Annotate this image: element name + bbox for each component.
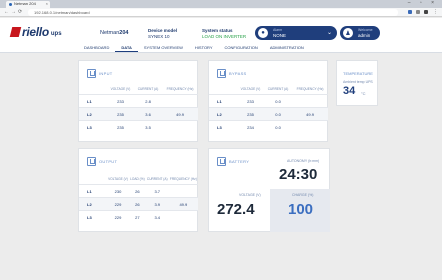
user-dropdown[interactable]: ♟ Welcome admin bbox=[340, 26, 380, 40]
temperature-card: TEMPERATURE Ambient temp UPS 34 °C bbox=[336, 60, 378, 106]
back-icon[interactable]: ← bbox=[4, 9, 9, 15]
input-title: INPUT bbox=[99, 70, 113, 76]
charge-label: CHARGE (%) bbox=[292, 193, 314, 197]
bypass-icon bbox=[217, 68, 226, 78]
table-row: L3 235 3.5 bbox=[79, 120, 198, 134]
bypass-card: BYPASS VOLTAGE (V) CURRENT (A) FREQUENCY… bbox=[208, 60, 328, 142]
app-header: riello ups Netman204 Device model SYNEX … bbox=[0, 18, 442, 53]
table-row: L2 235 0.0 49.9 bbox=[209, 107, 328, 121]
temperature-value: 34 bbox=[343, 85, 356, 97]
forward-icon[interactable]: → bbox=[11, 9, 16, 15]
menu-icon[interactable]: ⋮ bbox=[433, 9, 438, 15]
bypass-table: VOLTAGE (V) CURRENT (A) FREQUENCY (Hz) L… bbox=[209, 85, 328, 134]
table-row: L1 230 26 3.7 bbox=[79, 184, 198, 198]
input-icon bbox=[87, 68, 96, 78]
tab-system-overview[interactable]: SYSTEM OVERVIEW bbox=[138, 44, 189, 52]
tab-administration[interactable]: ADMINISTRATION bbox=[264, 44, 310, 52]
input-table: VOLTAGE (V) CURRENT (A) FREQUENCY (Hz) L… bbox=[79, 85, 198, 134]
tab-data[interactable]: DATA bbox=[115, 44, 138, 52]
eye-icon: ● bbox=[258, 28, 268, 38]
temperature-unit: °C bbox=[361, 91, 366, 96]
battery-icon bbox=[217, 156, 226, 166]
logo-mark-icon bbox=[9, 27, 22, 37]
extension-icon[interactable] bbox=[408, 10, 412, 14]
runtime-label: AUTONOMY (h:mm) bbox=[287, 159, 320, 163]
reload-icon[interactable]: ⟳ bbox=[18, 9, 22, 15]
charge-value: 100 bbox=[288, 201, 314, 218]
alarm-dropdown[interactable]: ● Alarm NONE ⌄ bbox=[255, 26, 337, 40]
browser-tab[interactable]: Netman 204 × bbox=[6, 1, 50, 8]
tab-dashboard[interactable]: DASHBOARD bbox=[78, 44, 115, 52]
user-icon: ♟ bbox=[343, 28, 353, 38]
table-row: L2 235 3.6 49.9 bbox=[79, 107, 198, 121]
battery-card: BATTERY AUTONOMY (h:mm) 24:30 VOLTAGE (V… bbox=[208, 148, 330, 232]
input-card: INPUT VOLTAGE (V) CURRENT (A) FREQUENCY … bbox=[78, 60, 198, 142]
tab-history[interactable]: HISTORY bbox=[189, 44, 219, 52]
temperature-subtitle: Ambient temp UPS bbox=[343, 80, 373, 84]
output-card: OUTPUT VOLTAGE (V) LOAD (%) CURRENT (A) … bbox=[78, 148, 198, 232]
output-icon bbox=[87, 156, 96, 166]
table-row: L1 233 0.0 bbox=[209, 94, 328, 108]
close-icon[interactable]: × bbox=[46, 1, 48, 6]
url-text: 192.168.0.1/netman/dashboard bbox=[34, 10, 90, 15]
output-title: OUTPUT bbox=[99, 158, 118, 164]
table-row: L1 233 2.8 bbox=[79, 94, 198, 108]
runtime-value: 24:30 bbox=[279, 166, 318, 183]
window-controls[interactable]: – ▫ × bbox=[408, 0, 438, 6]
temperature-title: TEMPERATURE bbox=[343, 71, 373, 76]
product-name: Netman204 bbox=[100, 30, 129, 36]
table-row: L2 229 26 3.9 49.9 bbox=[79, 197, 198, 211]
favicon-icon bbox=[9, 3, 12, 6]
bookmark-icon[interactable] bbox=[424, 10, 428, 14]
battery-title: BATTERY bbox=[229, 158, 250, 164]
address-bar: ← → ⟳ 192.168.0.1/netman/dashboard ⋮ bbox=[0, 8, 442, 17]
device-model: Device model SYNEX 10 bbox=[148, 28, 178, 39]
chevron-down-icon: ⌄ bbox=[326, 30, 332, 36]
system-status: System status LOAD ON INVERTER bbox=[202, 28, 247, 39]
tab-configuration[interactable]: CONFIGURATION bbox=[219, 44, 264, 52]
voltage-value: 272.4 bbox=[217, 201, 255, 218]
bypass-title: BYPASS bbox=[229, 70, 247, 76]
output-table: VOLTAGE (V) LOAD (%) CURRENT (A) FREQUEN… bbox=[79, 175, 198, 224]
riello-logo: riello ups bbox=[9, 25, 62, 39]
extension-icon[interactable] bbox=[416, 10, 420, 14]
table-row: L3 229 27 3.4 bbox=[79, 210, 198, 224]
url-field[interactable]: 192.168.0.1/netman/dashboard bbox=[28, 9, 398, 16]
main-nav: DASHBOARD DATA SYSTEM OVERVIEW HISTORY C… bbox=[78, 44, 310, 52]
table-row: L3 234 0.0 bbox=[209, 120, 328, 134]
browser-tab-title: Netman 204 bbox=[14, 1, 36, 6]
charge-panel: CHARGE (%) 100 bbox=[270, 189, 330, 232]
browser-tab-bar: Netman 204 × – ▫ × bbox=[0, 0, 442, 8]
voltage-label: VOLTAGE (V) bbox=[239, 193, 261, 197]
